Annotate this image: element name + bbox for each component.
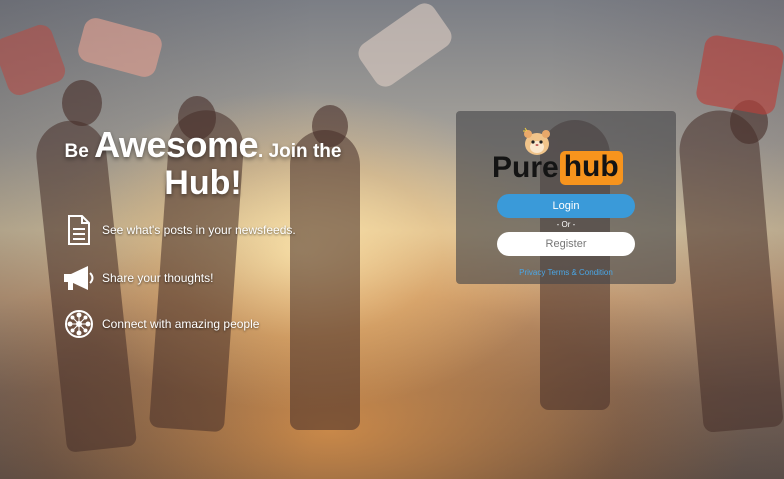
hero-headline: Be Awesome. Join the Hub! (48, 124, 358, 203)
login-button[interactable]: Login (497, 194, 635, 218)
landing-page: Be Awesome. Join the Hub! See what's pos… (0, 0, 784, 479)
register-button[interactable]: Register (497, 232, 635, 256)
logo-text-pure: Pure (492, 151, 559, 184)
document-icon (62, 214, 96, 246)
or-separator: - Or - (556, 220, 576, 229)
feature-share-text: Share your thoughts! (102, 271, 214, 285)
feature-newsfeed-text: See what's posts in your newsfeeds. (102, 223, 296, 237)
headline-emphasis: Awesome (94, 124, 259, 165)
network-icon (62, 308, 96, 340)
headline-prefix: Be (64, 141, 89, 162)
purehub-logo: Pure hub (492, 151, 623, 185)
headline-line-2: Hub! (164, 164, 242, 202)
feature-connect: Connect with amazing people (62, 308, 259, 340)
feature-connect-text: Connect with amazing people (102, 317, 260, 331)
feature-newsfeed: See what's posts in your newsfeeds. (62, 214, 296, 246)
headline-suffix: . Join the (258, 141, 342, 162)
login-panel: Pure hub Login - Or - Register Privacy T… (456, 111, 676, 284)
privacy-terms-link[interactable]: Privacy Terms & Condition (456, 268, 676, 277)
logo-text-hub: hub (559, 151, 623, 185)
headline-line-1: Be Awesome. Join the (48, 124, 358, 166)
feature-share: Share your thoughts! (62, 262, 213, 294)
megaphone-icon (62, 262, 96, 294)
